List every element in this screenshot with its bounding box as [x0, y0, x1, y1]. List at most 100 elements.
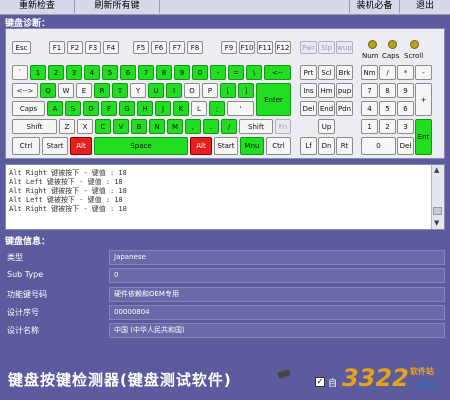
key-up: Up — [318, 119, 335, 134]
key-5: 5 — [102, 65, 118, 80]
logo-text: 软件站 — [410, 367, 434, 376]
key-kp-1: 1 — [361, 119, 378, 134]
info-label: 设计名称 — [7, 326, 39, 335]
exit-button[interactable]: 退出 — [400, 0, 450, 13]
key-rctrl: Ctrl — [266, 137, 291, 155]
key-f10: F10 — [239, 41, 255, 54]
key-period: . — [203, 119, 219, 134]
key-equal: = — [228, 65, 244, 80]
key-lstart: Start — [42, 137, 68, 155]
key-kp-2: 2 — [379, 119, 396, 134]
key-kp-star: * — [397, 65, 414, 80]
logo-domain: .cc — [414, 378, 435, 393]
key-kp-5: 5 — [379, 101, 396, 116]
essentials-button[interactable]: 装机必备 — [350, 0, 400, 13]
key-f: F — [101, 101, 117, 116]
key-f3: F3 — [85, 41, 101, 54]
info-value: 硬件依赖和OEM专用 — [109, 287, 445, 302]
key-lctrl: Ctrl — [12, 137, 40, 155]
log-scrollbar[interactable]: ▲ ▼ — [431, 165, 444, 229]
key-t: T — [112, 83, 128, 98]
key-ins: Ins — [300, 83, 317, 98]
caps-lock-led — [388, 40, 397, 49]
auto-checkbox-label: 自 — [328, 379, 338, 389]
key-k: K — [173, 101, 189, 116]
info-value: Japanese — [109, 250, 445, 265]
key-kp-9: 9 — [397, 83, 414, 98]
info-value: 0 — [109, 268, 445, 283]
key-yen: \ — [246, 65, 262, 80]
key-c: C — [95, 119, 111, 134]
info-row: 功能键号码 硬件依赖和OEM专用 — [5, 287, 445, 302]
key-rstart: Start — [214, 137, 238, 155]
key-f5: F5 — [133, 41, 149, 54]
info-row: 类型 Japanese — [5, 250, 445, 265]
key-4: 4 — [84, 65, 100, 80]
key-f11: F11 — [257, 41, 273, 54]
toolbar: 重新检查 刷新所有键 装机必备 退出 — [0, 0, 450, 15]
key-0: 0 — [192, 65, 208, 80]
key-rshift: Shift — [239, 119, 273, 134]
key-f2: F2 — [67, 41, 83, 54]
key-kp-8: 8 — [379, 83, 396, 98]
key-a: A — [47, 101, 63, 116]
watermark-logo: 3322 软件站 .cc — [338, 362, 446, 398]
key-kp-plus: + — [415, 83, 432, 116]
refresh-keys-button[interactable]: 刷新所有键 — [75, 0, 160, 13]
key-x: X — [77, 119, 93, 134]
key-kp-minus: - — [415, 65, 432, 80]
info-label: 类型 — [7, 253, 23, 262]
key-kp-enter: Ent — [415, 119, 432, 155]
recheck-button[interactable]: 重新检查 — [0, 0, 75, 13]
key-nm: Nm — [361, 65, 378, 80]
key-s: S — [65, 101, 81, 116]
spacer — [160, 0, 350, 13]
info-row: 设计名称 中国 (中华人民共和国) — [5, 323, 445, 338]
key-down: Dn — [318, 137, 335, 155]
key-z: Z — [59, 119, 75, 134]
key-lalt: Alt — [70, 137, 92, 155]
key-comma: , — [185, 119, 201, 134]
key-kp-6: 6 — [397, 101, 414, 116]
key-i: I — [166, 83, 182, 98]
scroll-down-icon[interactable]: ▼ — [434, 219, 439, 227]
key-3: 3 — [66, 65, 82, 80]
key-r: R — [94, 83, 110, 98]
auto-checkbox[interactable]: ✓ — [315, 377, 325, 387]
key-kp-4: 4 — [361, 101, 378, 116]
info-label: 设计序号 — [7, 308, 39, 317]
key-minus: - — [210, 65, 226, 80]
key-caps: Caps — [12, 101, 45, 116]
key-e: E — [76, 83, 92, 98]
info-value: 00000804 — [109, 305, 445, 320]
key-u: U — [148, 83, 164, 98]
key-event-log[interactable]: Alt Right 键被按下 - 键值 : 18 Alt Left 键被按下 -… — [5, 164, 445, 230]
key-y: Y — [130, 83, 146, 98]
key-quote: ' — [227, 101, 254, 116]
key-f8: F8 — [187, 41, 203, 54]
key-rbracket: ] — [238, 83, 254, 98]
key-kp-del: Del — [397, 137, 414, 155]
info-value: 中国 (中华人民共和国) — [109, 323, 445, 338]
key-q: Q — [40, 83, 56, 98]
key-w: W — [58, 83, 74, 98]
key-wup: wup — [336, 41, 353, 54]
log-line: Alt Right 键被按下 - 键值 : 18 — [9, 205, 127, 213]
key-p: P — [202, 83, 218, 98]
key-lbracket: [ — [220, 83, 236, 98]
caps-lock-label: Caps — [382, 52, 400, 60]
key-v: V — [113, 119, 129, 134]
key-slp: Slp — [318, 41, 335, 54]
key-g: G — [119, 101, 135, 116]
key-h: H — [137, 101, 153, 116]
key-kp-7: 7 — [361, 83, 378, 98]
pen-icon — [277, 369, 291, 379]
scroll-thumb[interactable] — [433, 207, 442, 215]
key-d: D — [83, 101, 99, 116]
scroll-lock-label: Scroll — [404, 52, 424, 60]
scroll-lock-led — [410, 40, 419, 49]
key-1: 1 — [30, 65, 46, 80]
key-end: End — [318, 101, 335, 116]
key-o: O — [184, 83, 200, 98]
scroll-up-icon[interactable]: ▲ — [434, 166, 439, 174]
